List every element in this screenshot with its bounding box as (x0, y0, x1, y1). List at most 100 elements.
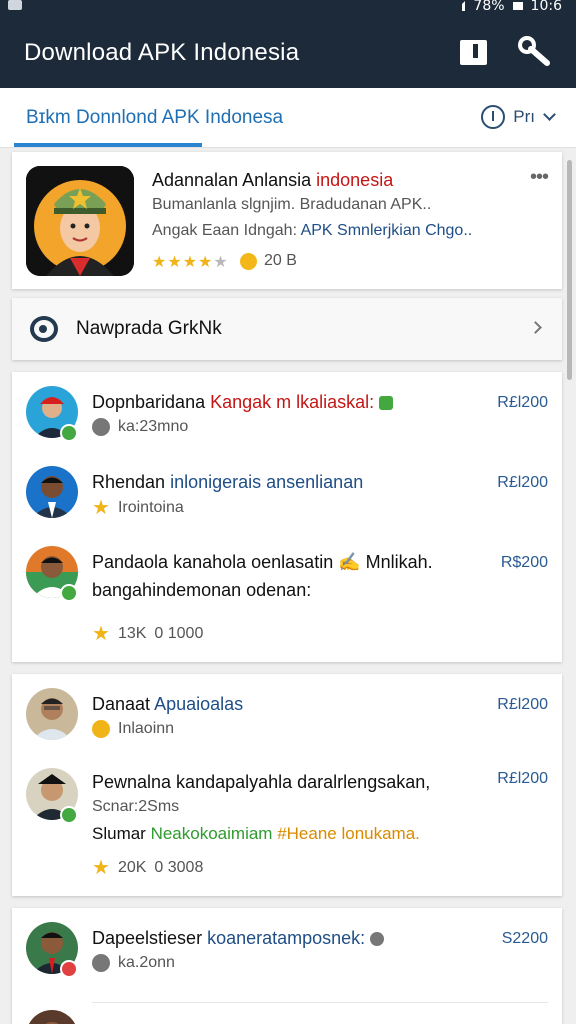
price: R$200 (500, 554, 548, 571)
filter-label: Prı (513, 107, 535, 126)
reviewer-name: Dapeelstieser (92, 928, 208, 948)
alert-badge-icon (60, 960, 78, 978)
review-card-1: Dopnbaridana Kangak m lkaliaskal: ka:23m… (12, 372, 562, 662)
star-icon: ★ (92, 497, 110, 519)
rating-count: 13K (117, 625, 147, 642)
price: R£l200 (497, 474, 548, 491)
review-meta-text: ka.2onn (118, 954, 175, 971)
chevron-right-icon (529, 321, 542, 334)
reviewer-name: Dopnbaridana (92, 392, 211, 412)
list-item[interactable]: Pandaola kanahola oenlasatin ✍ Mnlikah. … (12, 546, 562, 646)
tab-bar: Bɪkm Donnlond APK Indonesa Prı (0, 88, 576, 148)
star-icon: ★ (92, 857, 110, 879)
app-name: Adannalan Anlansia indonesia (152, 170, 393, 191)
app-rating-stars: ★★★★★ (152, 252, 229, 272)
chat-icon (30, 316, 58, 342)
review-meta: ★ Irointoina (92, 498, 184, 518)
info-icon (481, 105, 506, 129)
verified-badge-icon (60, 584, 78, 602)
verified-badge-icon (60, 424, 78, 442)
coin-icon (240, 253, 257, 270)
review-text-line-3: Slumar Neakokoaimiam #Heane lonukama. (92, 824, 420, 844)
review-card-3: Dapeelstieser koaneratamposnek: ka.2onn … (12, 908, 562, 1024)
review-stats: ★ 13K 0 1000 (92, 624, 203, 644)
review-meta: ka:23mno (92, 418, 188, 436)
list-item[interactable]: Dapeelstieser koaneratamposnek: ka.2onn … (12, 922, 562, 982)
app-bar: Download APK Indonesia (0, 20, 576, 88)
app-downloads: 20 B (264, 252, 297, 269)
review-card-2: Danaat Apuaioalas Inlaoinn R£l200 Pewnal… (12, 674, 562, 896)
avatar (26, 688, 78, 740)
review-text-line-2: Scnar:2Sms (92, 798, 180, 815)
stars-empty: ★ (213, 254, 229, 271)
review-text-line-1: Pandaola kanahola oenlasatin ✍ Mnlikah. (92, 552, 433, 572)
app-description-2-prefix: Angak Eaan Idngah: (152, 222, 301, 239)
battery-level: 78% (473, 0, 505, 14)
app-name-prefix: Adannalan Anlansia (152, 170, 317, 190)
status-time: 10:6 (530, 0, 562, 14)
app-name-highlight: indonesia (316, 170, 394, 190)
tab-indicator (14, 143, 202, 147)
line3-prefix: Slumar (92, 824, 151, 843)
chevron-down-icon (543, 108, 556, 121)
list-item[interactable]: Danaat Apuaioalas Inlaoinn R£l200 (12, 688, 562, 748)
star-icon: ★ (92, 623, 110, 645)
review-title: Dapeelstieser koaneratamposnek: (92, 928, 385, 949)
stars-filled: ★★★★ (152, 254, 214, 271)
views-count: 0 3008 (154, 859, 204, 876)
more-options-icon[interactable]: ••• (530, 166, 549, 189)
filter-dropdown[interactable]: Prı (481, 105, 556, 129)
list-item[interactable]: Dopnbaridana Kangak m lkaliaskal: ka:23m… (12, 386, 562, 446)
verified-badge-icon (60, 806, 78, 824)
reviewer-name: Danaat (92, 694, 155, 714)
check-circle-icon (92, 418, 110, 436)
app-title: Download APK Indonesia (24, 39, 300, 66)
review-highlight: Apuaioalas (154, 694, 244, 714)
app-icon (26, 166, 134, 276)
divider (92, 1002, 548, 1003)
price: R£l200 (497, 394, 548, 411)
check-circle-icon (370, 932, 385, 947)
check-icon (379, 396, 394, 411)
app-description-1: Bumanlanla slgnjim. Bradudanan APK.. (152, 196, 432, 213)
price: R£l200 (497, 770, 548, 787)
scrollbar[interactable] (567, 160, 572, 380)
review-highlight: inlonigerais ansenlianan (170, 472, 364, 492)
status-bar: 78% 10:6 (0, 0, 576, 20)
app-card[interactable]: Adannalan Anlansia indonesia Bumanlanla … (12, 152, 562, 289)
review-meta: Inlaoinn (92, 720, 174, 738)
review-title: Dopnbaridana Kangak m lkaliaskal: (92, 392, 394, 413)
review-meta-text: ka:23mno (118, 418, 189, 435)
notification-icon (8, 0, 22, 10)
app-description-2: Angak Eaan Idngah: APK Smnlerjkian Chgo.… (152, 222, 472, 240)
review-text-line-1: Pewnalna kandapalyahla daralrlengsakan, (92, 772, 431, 792)
document-icon[interactable] (460, 40, 487, 65)
review-meta: ka.2onn (92, 954, 175, 972)
price: S2200 (501, 930, 548, 947)
review-meta-text: Irointoina (117, 499, 184, 516)
section-header[interactable]: Nawprada GrkNk (12, 298, 562, 360)
review-meta-text: Inlaoinn (118, 720, 175, 737)
list-item[interactable]: Rhendan inlonigerais ansenlianan ★ Iroin… (12, 466, 562, 526)
rating-count: 20K (117, 859, 147, 876)
signal-icon (451, 1, 466, 11)
avatar (26, 466, 78, 518)
line3-orange: #Heane lonukama. (272, 824, 420, 843)
views-count: 0 1000 (154, 625, 204, 642)
price: R£l200 (497, 696, 548, 713)
review-title: Rhendan inlonigerais ansenlianan (92, 472, 363, 493)
tools-icon[interactable] (518, 36, 552, 68)
review-title: Danaat Apuaioalas (92, 694, 243, 715)
reviewer-name: Rhendan (92, 472, 171, 492)
list-item[interactable]: Pewnalna kandapalyahla daralrlengsakan, … (12, 768, 562, 888)
app-description-2-highlight: APK Smnlerjkian Chgo.. (300, 222, 473, 239)
line3-green: Neakokoaimiam (150, 824, 273, 843)
review-text-line-2: bangahindemonan odenan: (92, 580, 312, 600)
review-highlight: koaneratamposnek: (207, 928, 366, 948)
list-item[interactable] (12, 1010, 562, 1024)
section-title: Nawprada GrkNk (76, 318, 222, 339)
avatar (26, 1010, 78, 1024)
check-circle-icon (92, 954, 110, 972)
battery-icon (512, 2, 523, 10)
tab-download-apk[interactable]: Bɪkm Donnlond APK Indonesa (26, 107, 283, 129)
